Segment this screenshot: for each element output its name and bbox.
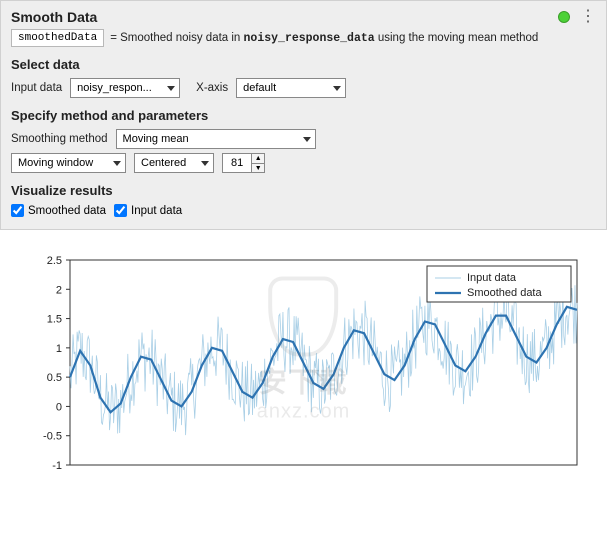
chevron-down-icon xyxy=(201,161,209,166)
smoothed-data-checkbox[interactable]: Smoothed data xyxy=(11,204,106,217)
input-data-dropdown[interactable]: noisy_respon... xyxy=(70,78,180,98)
chart-area: 安下载 anxz.com ↖ -1-0.500.511.522.5Input d… xyxy=(0,230,607,470)
task-panel: Smooth Data ⋮ smoothedData = Smoothed no… xyxy=(0,0,607,230)
line-chart: -1 -0.5 0 0.5 1 1.5 2 2.5 Input data Smoothed dat… xyxy=(10,250,597,470)
status-indicator-icon xyxy=(558,11,570,23)
window-type-dropdown[interactable]: Moving window xyxy=(11,153,126,173)
svg-text:1.5: 1.5 xyxy=(47,314,62,326)
output-variable-row: smoothedData = Smoothed noisy data in no… xyxy=(11,29,596,47)
window-align-dropdown[interactable]: Centered xyxy=(134,153,214,173)
legend-item: Input data xyxy=(467,272,517,284)
svg-text:2.5: 2.5 xyxy=(47,255,62,267)
section-method-title: Specify method and parameters xyxy=(11,108,596,123)
svg-text:0: 0 xyxy=(56,401,62,413)
legend-item: Smoothed data xyxy=(467,287,542,299)
section-select-data-title: Select data xyxy=(11,57,596,72)
svg-text:0.5: 0.5 xyxy=(47,372,62,384)
xaxis-label: X-axis xyxy=(196,82,228,94)
panel-title: Smooth Data xyxy=(11,9,97,25)
chevron-down-icon xyxy=(113,161,121,166)
spinner-up-icon[interactable]: ▲ xyxy=(252,154,264,163)
chevron-down-icon xyxy=(333,86,341,91)
window-span-spinner[interactable]: 81 ▲ ▼ xyxy=(222,153,265,173)
input-data-label: Input data xyxy=(11,82,62,94)
output-variable-description: = Smoothed noisy data in noisy_response_… xyxy=(110,32,538,45)
input-data-checkbox[interactable]: Input data xyxy=(114,204,182,217)
svg-text:1: 1 xyxy=(56,343,62,355)
svg-text:-1: -1 xyxy=(52,460,62,470)
panel-header: Smooth Data ⋮ xyxy=(11,9,596,25)
output-variable-name[interactable]: smoothedData xyxy=(11,29,104,47)
smoothing-method-label: Smoothing method xyxy=(11,133,108,145)
svg-text:-0.5: -0.5 xyxy=(43,431,62,443)
section-visualize-title: Visualize results xyxy=(11,183,596,198)
spinner-down-icon[interactable]: ▼ xyxy=(252,163,264,172)
chevron-down-icon xyxy=(167,86,175,91)
svg-text:2: 2 xyxy=(56,284,62,296)
xaxis-dropdown[interactable]: default xyxy=(236,78,346,98)
chevron-down-icon xyxy=(303,137,311,142)
smoothing-method-dropdown[interactable]: Moving mean xyxy=(116,129,316,149)
more-options-icon[interactable]: ⋮ xyxy=(580,9,596,25)
